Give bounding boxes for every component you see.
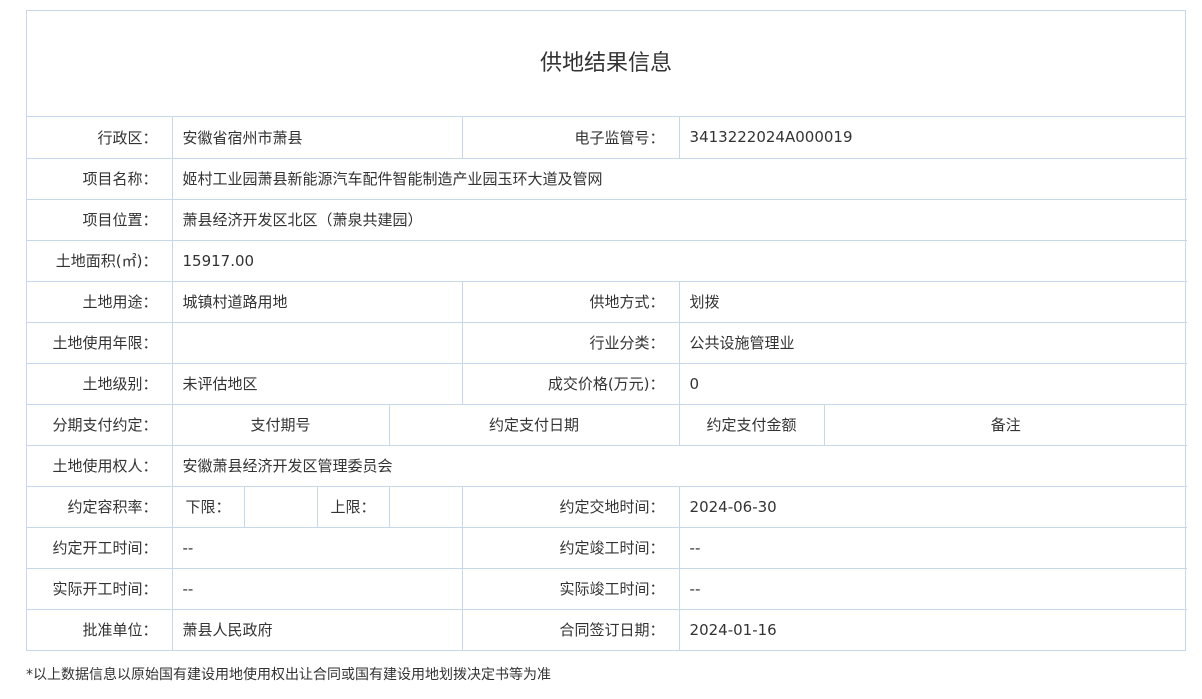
agreed-finish-label: 约定竣工时间：	[461, 526, 680, 568]
row-project-name: 项目名称： 姬村工业园萧县新能源汽车配件智能制造产业园玉环大道及管网	[27, 157, 1188, 199]
row-approver: 批准单位： 萧县人民政府 合同签订日期： 2024-01-16	[27, 608, 1188, 650]
row-actual-start: 实际开工时间： -- 实际竣工时间： --	[27, 567, 1188, 609]
use-term-value	[171, 321, 463, 363]
price-label: 成交价格(万元)：	[461, 362, 680, 404]
approver-label: 批准单位：	[27, 608, 172, 650]
right-holder-value: 安徽萧县经济开发区管理委员会	[171, 444, 1188, 486]
project-name-value: 姬村工业园萧县新能源汽车配件智能制造产业园玉环大道及管网	[171, 157, 1188, 199]
supervision-no-label: 电子监管号：	[461, 117, 680, 158]
info-table: 行政区： 安徽省宿州市萧县 电子监管号： 3413222024A000019 项…	[27, 117, 1188, 650]
installment-header-period: 支付期号	[171, 403, 389, 445]
plot-ratio-upper-value	[388, 485, 463, 527]
agreed-finish-value: --	[678, 526, 1188, 568]
contract-date-value: 2024-01-16	[678, 608, 1188, 650]
row-land-area: 土地面积(㎡)： 15917.00	[27, 239, 1188, 281]
use-term-label: 土地使用年限：	[27, 321, 172, 363]
row-land-use: 土地用途： 城镇村道路用地 供地方式： 划拨	[27, 280, 1188, 322]
project-location-value: 萧县经济开发区北区（萧泉共建园）	[171, 198, 1188, 240]
project-name-label: 项目名称：	[27, 157, 172, 199]
land-use-label: 土地用途：	[27, 280, 172, 322]
plot-ratio-upper-label: 上限：	[316, 485, 389, 527]
plot-ratio-lower-value	[243, 485, 317, 527]
supply-method-value: 划拨	[678, 280, 1188, 322]
row-installment: 分期支付约定： 支付期号 约定支付日期 约定支付金额 备注	[27, 403, 1188, 445]
delivery-time-value: 2024-06-30	[678, 485, 1188, 527]
installment-label: 分期支付约定：	[27, 403, 172, 445]
row-use-term: 土地使用年限： 行业分类： 公共设施管理业	[27, 321, 1188, 363]
row-land-grade: 土地级别： 未评估地区 成交价格(万元)： 0	[27, 362, 1188, 404]
footnote: *以上数据信息以原始国有建设用地使用权出让合同或国有建设用地划拨决定书等为准	[26, 667, 551, 683]
district-value: 安徽省宿州市萧县	[171, 117, 463, 158]
row-project-location: 项目位置： 萧县经济开发区北区（萧泉共建园）	[27, 198, 1188, 240]
district-label: 行政区：	[97, 128, 158, 147]
price-value: 0	[678, 362, 1188, 404]
row-plot-ratio: 约定容积率： 下限： 上限： 约定交地时间： 2024-06-30	[27, 485, 1188, 527]
installment-header-date: 约定支付日期	[388, 403, 680, 445]
agreed-start-value: --	[171, 526, 463, 568]
land-grade-value: 未评估地区	[171, 362, 463, 404]
actual-finish-value: --	[678, 567, 1188, 609]
plot-ratio-lower-label: 下限：	[171, 485, 244, 527]
approver-value: 萧县人民政府	[171, 608, 463, 650]
delivery-time-label: 约定交地时间：	[461, 485, 680, 527]
supervision-no-value: 3413222024A000019	[678, 117, 1188, 158]
installment-header-amount: 约定支付金额	[678, 403, 825, 445]
actual-finish-label: 实际竣工时间：	[461, 567, 680, 609]
actual-start-value: --	[171, 567, 463, 609]
row-district: 行政区： 安徽省宿州市萧县 电子监管号： 3413222024A000019	[27, 117, 1188, 158]
contract-date-label: 合同签订日期：	[461, 608, 680, 650]
land-area-value: 15917.00	[171, 239, 1188, 281]
project-location-label: 项目位置：	[27, 198, 172, 240]
right-holder-label: 土地使用权人：	[27, 444, 172, 486]
installment-header-remark: 备注	[823, 403, 1188, 445]
land-grade-label: 土地级别：	[27, 362, 172, 404]
industry-label: 行业分类：	[461, 321, 680, 363]
actual-start-label: 实际开工时间：	[27, 567, 172, 609]
row-right-holder: 土地使用权人： 安徽萧县经济开发区管理委员会	[27, 444, 1188, 486]
land-area-label: 土地面积(㎡)：	[27, 239, 172, 281]
agreed-start-label: 约定开工时间：	[27, 526, 172, 568]
plot-ratio-label: 约定容积率：	[27, 485, 172, 527]
land-use-value: 城镇村道路用地	[171, 280, 463, 322]
industry-value: 公共设施管理业	[678, 321, 1188, 363]
supply-method-label: 供地方式：	[461, 280, 680, 322]
land-supply-result-sheet: 供地结果信息 行政区： 安徽省宿州市萧县 电子监管号： 3413222024A0…	[26, 10, 1188, 651]
page-title: 供地结果信息	[27, 11, 1185, 117]
row-agreed-start: 约定开工时间： -- 约定竣工时间： --	[27, 526, 1188, 568]
